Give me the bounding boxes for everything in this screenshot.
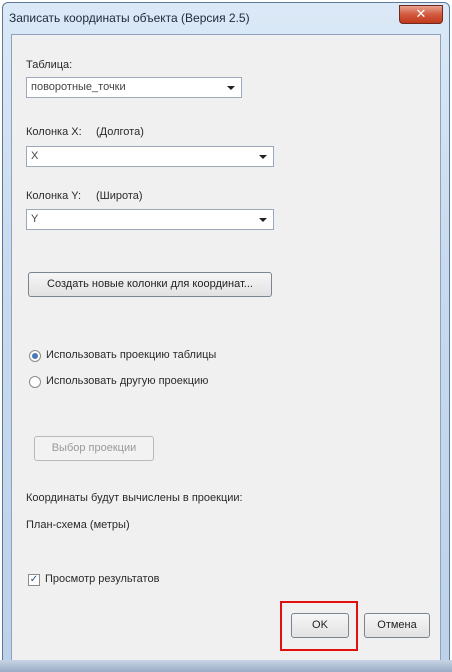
cancel-button[interactable]: Отмена xyxy=(364,613,430,638)
dialog-window: Записать координаты объекта (Версия 2.5)… xyxy=(2,2,450,670)
taskbar-strip xyxy=(0,660,452,672)
column-x-label: Колонка X: xyxy=(26,126,82,138)
chevron-down-icon xyxy=(227,86,235,90)
column-x-select-value: X xyxy=(31,150,39,162)
column-y-label: Колонка Y: xyxy=(26,190,82,202)
preview-results-checkbox[interactable]: ✓ xyxy=(28,574,40,586)
table-label: Таблица: xyxy=(26,59,73,71)
select-projection-button[interactable]: Выбор проекции xyxy=(34,436,154,461)
chevron-down-icon xyxy=(259,155,267,159)
checkmark-icon: ✓ xyxy=(29,574,39,585)
close-icon: ✕ xyxy=(415,6,427,21)
projection-info-label: Координаты будут вычислены в проекции: xyxy=(26,492,243,504)
use-table-projection-radio[interactable] xyxy=(29,350,41,362)
projection-name: План-схема (метры) xyxy=(26,519,130,531)
create-columns-button[interactable]: Создать новые колонки для координат... xyxy=(28,272,272,297)
window-title: Записать координаты объекта (Версия 2.5) xyxy=(9,11,250,25)
ok-button[interactable]: OK xyxy=(291,613,349,638)
column-x-hint: (Долгота) xyxy=(96,126,144,138)
column-y-select-value: Y xyxy=(31,213,39,225)
use-other-projection-label: Использовать другую проекцию xyxy=(46,375,209,387)
use-other-projection-radio[interactable] xyxy=(29,376,41,388)
table-select[interactable]: поворотные_точки xyxy=(26,77,242,98)
table-select-value: поворотные_точки xyxy=(31,81,126,93)
title-bar[interactable]: Записать координаты объекта (Версия 2.5)… xyxy=(3,3,449,33)
preview-results-label: Просмотр результатов xyxy=(45,573,160,585)
column-y-select[interactable]: Y xyxy=(26,209,274,230)
chevron-down-icon xyxy=(259,218,267,222)
column-x-select[interactable]: X xyxy=(26,146,274,167)
use-table-projection-label: Использовать проекцию таблицы xyxy=(46,349,217,361)
column-y-hint: (Широта) xyxy=(96,190,143,202)
close-button[interactable]: ✕ xyxy=(399,5,443,24)
dialog-body: Таблица: поворотные_точки Колонка X: (До… xyxy=(11,34,441,662)
